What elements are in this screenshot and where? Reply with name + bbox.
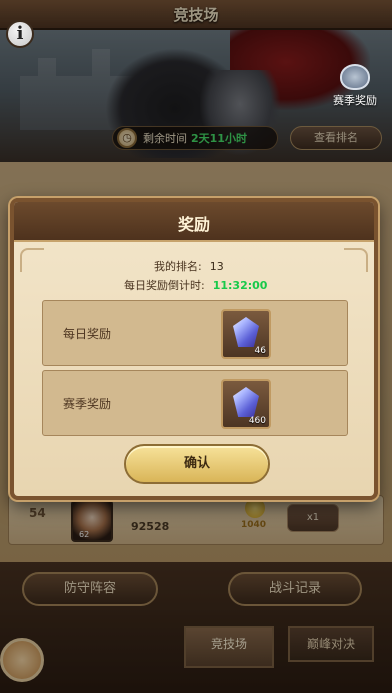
crystal-icon xyxy=(233,387,259,417)
item-quantity: 460 xyxy=(248,416,266,426)
countdown-value: 11:32:00 xyxy=(212,279,268,292)
confirm-button[interactable]: 确认 xyxy=(124,444,270,484)
arena-screen: 竞技场 i 赛季奖励 ◷ 剩余时间 2天11小时 查看排名 54 62 9252… xyxy=(0,0,392,693)
countdown-label: 每日奖励倒计时: xyxy=(124,279,205,292)
season-emblem-icon xyxy=(340,64,370,90)
my-rank-value: 13 xyxy=(209,260,224,273)
my-rank-label: 我的排名: xyxy=(154,260,202,273)
season-reward-label: 赛季奖励 xyxy=(63,397,112,411)
info-icon[interactable]: i xyxy=(6,20,34,48)
ornament-icon xyxy=(344,248,368,272)
season-reward-label: 赛季奖励 xyxy=(333,94,377,107)
reward-item[interactable]: 460 xyxy=(221,379,271,429)
crystal-icon xyxy=(233,317,259,347)
season-reward-button[interactable]: 赛季奖励 xyxy=(328,64,382,108)
my-rank-line: 我的排名: 13 xyxy=(154,258,224,274)
daily-reward-row: 每日奖励 46 xyxy=(42,300,348,366)
reward-item[interactable]: 46 xyxy=(221,309,271,359)
reward-dialog: 奖励 我的排名: 13 每日奖励倒计时: 11:32:00 每日奖励 46 赛季奖励… xyxy=(10,198,378,500)
dialog-header: 奖励 xyxy=(14,202,374,242)
dialog-title: 奖励 xyxy=(177,215,210,234)
season-reward-row: 赛季奖励 460 xyxy=(42,370,348,436)
countdown-line: 每日奖励倒计时: 11:32:00 xyxy=(124,277,267,293)
daily-reward-label: 每日奖励 xyxy=(63,327,112,341)
ornament-icon xyxy=(20,248,44,272)
item-quantity: 46 xyxy=(254,346,266,356)
